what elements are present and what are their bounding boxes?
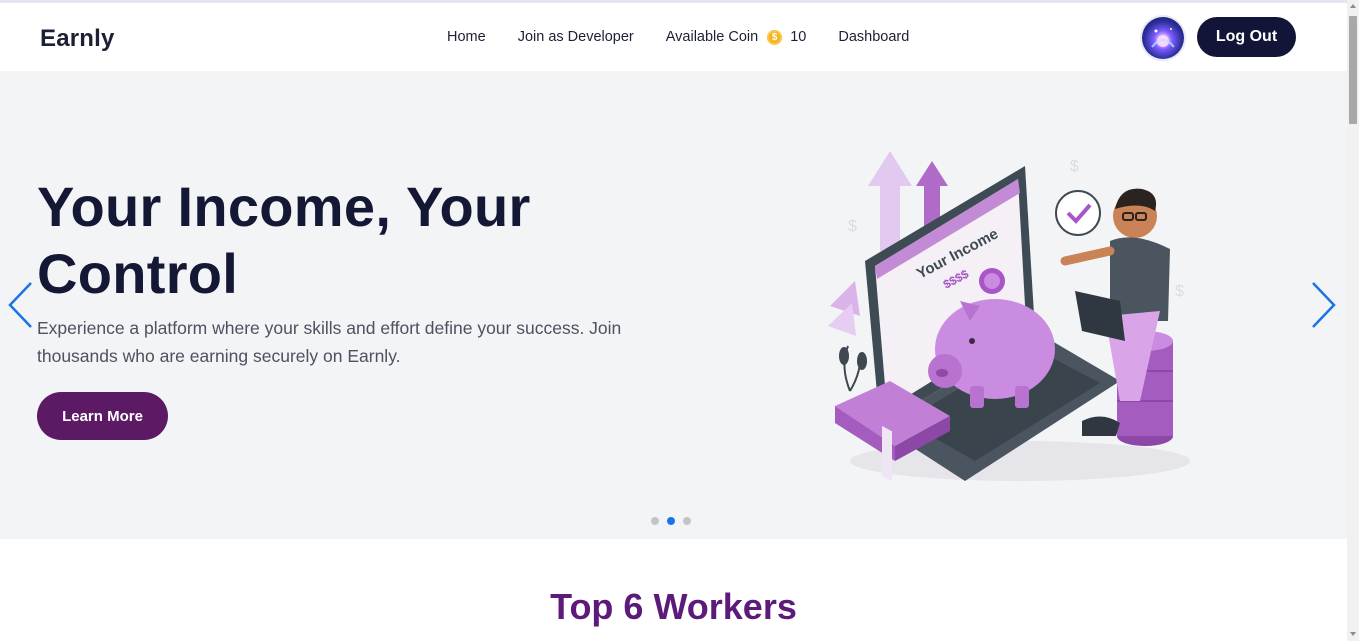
carousel-dot-3[interactable] — [683, 517, 691, 525]
nav-links: Home Join as Developer Available Coin $ … — [447, 29, 941, 45]
nav-dashboard[interactable]: Dashboard — [838, 29, 909, 45]
hero-carousel: Your Income, Your Control Experience a p… — [0, 71, 1347, 539]
page-scrollbar[interactable] — [1347, 0, 1359, 641]
scroll-up-arrow-icon[interactable] — [1350, 4, 1356, 8]
available-coin-label: Available Coin — [665, 29, 759, 45]
carousel-dot-2[interactable] — [667, 517, 675, 525]
coin-count: 10 — [790, 29, 807, 45]
svg-text:$: $ — [1175, 283, 1184, 300]
carousel-prev-arrow-icon[interactable] — [6, 280, 36, 330]
carousel-pagination — [651, 517, 699, 525]
avatar[interactable] — [1142, 17, 1184, 59]
brand-logo[interactable]: Earnly — [40, 25, 115, 53]
hero-description: Experience a platform where your skills … — [37, 318, 622, 366]
svg-text:$: $ — [1070, 158, 1079, 175]
navbar: Earnly Home Join as Developer Available … — [0, 3, 1347, 71]
coin-icon: $ — [767, 29, 783, 45]
scroll-down-arrow-icon[interactable] — [1350, 632, 1356, 636]
nav-home[interactable]: Home — [447, 29, 486, 45]
income-illustration: Your Income $$$$ $ $ $ — [828, 151, 1190, 482]
svg-text:$: $ — [848, 218, 857, 235]
carousel-dot-1[interactable] — [651, 517, 659, 525]
top-workers-title: Top 6 Workers — [550, 586, 797, 627]
available-coin: Available Coin $ 10 — [666, 29, 807, 45]
carousel-next-arrow-icon[interactable] — [1308, 280, 1338, 330]
hero-title: Your Income, Your Control — [37, 175, 531, 305]
scroll-thumb[interactable] — [1349, 16, 1357, 124]
logout-button[interactable]: Log Out — [1197, 17, 1296, 57]
learn-more-button[interactable]: Learn More — [37, 392, 168, 440]
nav-join-developer[interactable]: Join as Developer — [518, 29, 634, 45]
